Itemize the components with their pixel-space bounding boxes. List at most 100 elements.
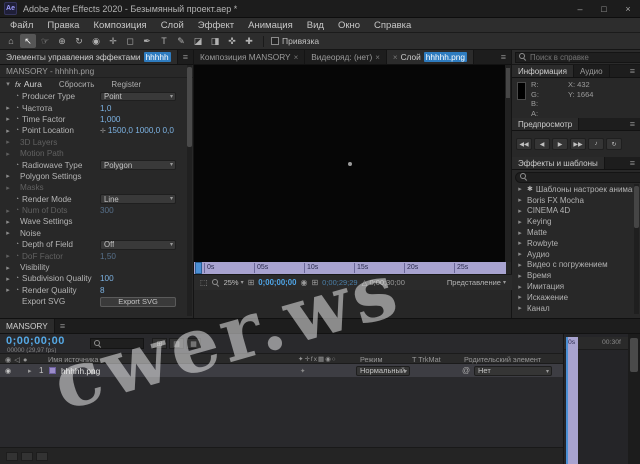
register-link[interactable]: Register [111,80,141,89]
column-trkmat[interactable]: T TrkMat [412,355,441,364]
reset-link[interactable]: Сбросить [59,80,95,89]
stopwatch-icon[interactable]: ◔ [12,275,22,282]
zoom-tool-icon[interactable]: ⊕ [54,34,70,48]
effects-category-item[interactable]: ▸Видео с погружением [512,260,633,271]
tab-footage[interactable]: Видеоряд: (нет) × [305,50,387,64]
column-source-name[interactable]: Имя источника [48,355,98,364]
always-preview-icon[interactable]: ⬚ [200,278,208,287]
stopwatch-icon[interactable]: ◔ [12,253,22,260]
chevron-right-icon[interactable]: ▸ [516,185,524,193]
stopwatch-icon[interactable]: ◔ [12,287,22,294]
twirl-icon[interactable]: ▸ [4,184,12,192]
depth-of-field-dropdown[interactable]: Off [100,240,176,250]
hide-shy-layers-icon[interactable]: ▦ [186,338,201,349]
tab-info[interactable]: Информация [512,65,574,77]
effects-search-box[interactable] [515,172,640,183]
first-frame-button[interactable]: ◀◀ [516,138,532,150]
twirl-icon[interactable]: ▸ [4,252,12,260]
audio-toggle-button[interactable]: ♪ [588,138,604,150]
effects-category-item[interactable]: ▸Boris FX Mocha [512,195,633,206]
shape-tool-icon[interactable]: ◻ [122,34,138,48]
twirl-icon[interactable]: ▸ [4,264,12,272]
layer-switches[interactable]: ✦ [300,367,307,375]
menu-edit[interactable]: Правка [40,20,86,31]
effect-name[interactable]: Aura [24,79,42,89]
effects-category-item[interactable]: ▸✱Шаблоны настроек анимации [512,184,633,195]
layer-viewport[interactable] [194,65,506,262]
panel-menu-icon[interactable]: ≡ [178,50,193,64]
effect-controls-scrollbar[interactable] [187,65,192,316]
puppet-tool-icon[interactable]: ✚ [241,34,257,48]
chevron-right-icon[interactable]: ▸ [516,196,524,204]
duration-timecode[interactable]: 0;00;29;29 [322,278,357,287]
layer-label-color[interactable] [49,367,56,374]
tab-timeline-comp[interactable]: MANSORY [0,319,55,333]
column-parent[interactable]: Родительский элемент [464,355,541,364]
effects-category-item[interactable]: ▸CINEMA 4D [512,206,633,217]
tab-effect-controls[interactable]: Элементы управления эффектами hhhhh [0,50,178,64]
current-time-indicator-band[interactable] [566,337,578,464]
parent-pickwhip-icon[interactable]: @ [462,366,470,375]
chevron-right-icon[interactable]: ▸ [516,229,524,237]
effects-category-item[interactable]: ▸Канал [512,303,633,314]
type-tool-icon[interactable]: T [156,34,172,48]
chevron-right-icon[interactable]: ▸ [516,218,524,226]
twirl-icon[interactable]: ▸ [4,207,12,215]
stopwatch-icon[interactable]: ◔ [12,93,22,100]
effects-category-item[interactable]: ▸Имитация [512,281,633,292]
chevron-right-icon[interactable]: ▸ [516,293,524,301]
close-icon[interactable]: × [294,53,299,62]
snapshot-camera-icon[interactable]: ◉ [300,278,307,287]
chevron-right-icon[interactable]: ▸ [516,250,524,258]
pan-behind-tool-icon[interactable]: ✛ [105,34,121,48]
stopwatch-icon[interactable]: ◔ [12,162,22,169]
composition-mini-flowchart-icon[interactable]: ⊞ [152,338,167,349]
menu-effect[interactable]: Эффект [191,20,241,31]
chevron-right-icon[interactable]: ▸ [516,207,524,215]
tab-layer[interactable]: × Слой hhhhh.png [387,50,474,64]
expand-transfer-controls-icon[interactable] [21,452,33,461]
timeline-track-area[interactable]: 0s 00:30f [563,334,628,464]
timeline-timecode[interactable]: 0;00;00;00 [6,335,65,347]
pen-tool-icon[interactable]: ✒ [139,34,155,48]
producer-type-dropdown[interactable]: Point [100,92,176,102]
magnifier-icon[interactable] [212,279,220,287]
twirl-icon[interactable]: ▸ [4,286,12,294]
draft-3d-icon[interactable]: ▤ [169,338,184,349]
stopwatch-icon[interactable]: ◔ [12,241,22,248]
twirl-icon[interactable]: ▸ [4,229,12,237]
panel-menu-icon[interactable]: ≡ [55,319,70,333]
tab-preview[interactable]: Предпросмотр [512,118,579,130]
help-search-box[interactable] [515,52,640,63]
timeline-scrollbar[interactable] [628,334,640,464]
view-dropdown[interactable]: Представление ▾ [447,278,506,287]
menu-help[interactable]: Справка [367,20,418,31]
rotate-tool-icon[interactable]: ↻ [71,34,87,48]
chevron-right-icon[interactable]: ▸ [516,272,524,280]
twirl-open-icon[interactable]: ▾ [4,80,12,88]
previous-frame-button[interactable]: ◀ [534,138,550,150]
chevron-right-icon[interactable]: ▸ [516,239,524,247]
menu-file[interactable]: Файл [3,20,40,31]
expand-layer-switches-icon[interactable] [6,452,18,461]
property-value[interactable]: 1,000 [100,115,121,124]
blend-mode-dropdown[interactable]: Нормальный [356,366,410,376]
maximize-icon[interactable]: □ [592,0,616,17]
eraser-tool-icon[interactable]: ◨ [207,34,223,48]
effects-category-item[interactable]: ▸Matte [512,227,633,238]
export-svg-button[interactable]: Export SVG [100,297,176,307]
menu-layer[interactable]: Слой [154,20,191,31]
roto-brush-tool-icon[interactable]: ✜ [224,34,240,48]
panel-menu-icon[interactable]: ≡ [625,157,640,169]
layer-row[interactable]: ◉ ▸ 1 hhhhh.png ✦ Нормальный @ Нет [0,364,563,377]
twirl-icon[interactable]: ▸ [4,138,12,146]
render-mode-dropdown[interactable]: Line [100,194,176,204]
clone-stamp-tool-icon[interactable]: ◪ [190,34,206,48]
twirl-icon[interactable]: ▸ [4,275,12,283]
property-value[interactable]: 1,50 [100,252,116,261]
chevron-right-icon[interactable]: ▸ [516,304,524,312]
radiowave-type-dropdown[interactable]: Polygon [100,160,176,170]
property-value[interactable]: 300 [100,206,114,215]
panel-menu-icon[interactable]: ≡ [496,50,511,64]
channels-icon[interactable]: ⊞ [311,278,318,287]
